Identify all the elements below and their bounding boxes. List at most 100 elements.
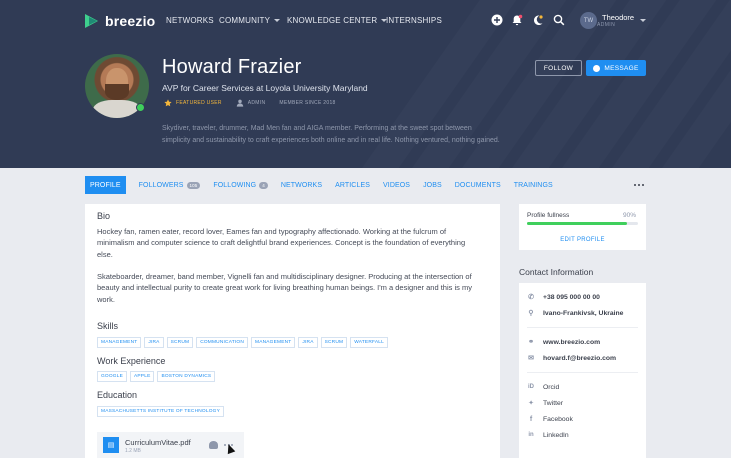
nav-label: KNOWLEDGE CENTER	[287, 16, 378, 25]
divider	[527, 327, 638, 328]
tab-label: PROFILE	[90, 181, 121, 189]
edit-profile-link[interactable]: EDIT PROFILE	[519, 237, 646, 243]
badge-label: ADMIN	[247, 100, 266, 106]
location-pin-icon: ⚲	[528, 310, 534, 317]
social-facebook[interactable]: f Facebook	[527, 415, 573, 423]
social-label: LinkedIn	[543, 431, 569, 439]
search-icon[interactable]	[553, 14, 565, 26]
contact-heading: Contact Information	[519, 267, 594, 277]
profile-short-bio: Skydiver, traveler, drummer, Mad Men fan…	[162, 125, 500, 144]
skill-tag[interactable]: WATERFALL	[350, 337, 388, 348]
tab-followers[interactable]: FOLLOWERS 105	[139, 176, 201, 194]
user-name: Theodore	[602, 13, 635, 22]
featured-badge: FEATURED USER	[164, 99, 222, 107]
tab-documents[interactable]: DOCUMENTS	[455, 176, 501, 194]
tab-label: DOCUMENTS	[454, 181, 501, 189]
contact-value: +38 095 000 00 00	[543, 293, 600, 301]
chat-icon	[593, 64, 601, 72]
tab-label: ARTICLES	[335, 181, 370, 189]
nav-label: INTERNSHIPS	[386, 16, 442, 25]
file-size: 1.2 MB	[125, 448, 141, 454]
file-name: CurriculumVitae.pdf	[125, 438, 191, 447]
attached-file[interactable]: ▤ CurriculumVitae.pdf 1.2 MB	[97, 432, 244, 458]
experience-heading: Work Experience	[97, 356, 166, 366]
linkedin-icon: in	[528, 432, 534, 438]
top-nav: breezio NETWORKS COMMUNITY KNOWLEDGE CEN…	[0, 0, 731, 42]
experience-tag[interactable]: GOOGLE	[97, 371, 127, 382]
skill-tag[interactable]: SCRUM	[320, 337, 348, 348]
tab-trainings[interactable]: TRAININGS	[514, 176, 553, 194]
tab-label: VIDEOS	[383, 181, 411, 189]
bio-heading: Bio	[97, 211, 111, 221]
skill-tag[interactable]: SCRUM	[166, 337, 194, 348]
profile-title: AVP for Career Services at Loyola Univer…	[162, 83, 368, 93]
avatar-beard	[105, 84, 129, 100]
tab-articles[interactable]: ARTICLES	[335, 176, 370, 194]
admin-badge: ADMIN	[236, 99, 266, 107]
social-orcid[interactable]: iD Orcid	[527, 383, 559, 391]
twitter-icon: ✦	[528, 400, 534, 407]
count-badge: 4	[259, 181, 268, 189]
profile-fullness-value: 90%	[623, 212, 637, 219]
follow-button[interactable]: FOLLOW	[535, 60, 582, 76]
contact-card: ✆ +38 095 000 00 00 ⚲ Ivano-Frankivsk, Ukr…	[519, 283, 646, 458]
online-status-indicator	[136, 103, 145, 112]
theme-icon[interactable]	[532, 14, 544, 26]
contact-phone[interactable]: ✆ +38 095 000 00 00	[527, 293, 600, 302]
badge-label: MEMBER SINCE 2018	[279, 100, 336, 106]
tab-videos[interactable]: VIDEOS	[383, 176, 410, 194]
social-label: Twitter	[543, 399, 564, 407]
skill-tag[interactable]: JIRA	[298, 337, 318, 348]
contact-value: hovard.f@breezio.com	[543, 354, 617, 362]
tab-jobs[interactable]: JOBS	[423, 176, 442, 194]
profile-header: breezio NETWORKS COMMUNITY KNOWLEDGE CEN…	[0, 0, 731, 168]
tab-label: TRAININGS	[513, 181, 553, 189]
experience-tag[interactable]: APPLE	[130, 371, 155, 382]
education-tag[interactable]: MASSACHUSETTS INSTITUTE OF TECHNOLOGY	[97, 406, 224, 417]
nav-internships[interactable]: INTERNSHIPS	[386, 16, 442, 25]
brand-logo[interactable]: breezio	[85, 13, 155, 29]
social-label: Facebook	[543, 415, 573, 423]
user-menu[interactable]: TW Theodore ADMIN	[580, 12, 647, 29]
nav-knowledge-center[interactable]: KNOWLEDGE CENTER	[287, 16, 388, 25]
chevron-down-icon	[640, 19, 647, 22]
notification-icon[interactable]	[511, 14, 523, 26]
tab-profile[interactable]: PROFILE	[85, 176, 126, 194]
experience-tag[interactable]: BOSTON DYNAMICS	[157, 371, 216, 382]
phone-icon: ✆	[528, 294, 534, 301]
bio-paragraph: Hockey fan, ramen eater, record lover, E…	[97, 227, 466, 259]
nav-networks[interactable]: NETWORKS	[166, 16, 214, 25]
contact-website[interactable]: ⚭ www.breezio.com	[527, 338, 600, 347]
tab-label: NETWORKS	[280, 181, 323, 189]
skill-tag[interactable]: JIRA	[144, 337, 164, 348]
profile-fullness-bar	[527, 222, 638, 225]
profile-name: Howard Frazier	[162, 56, 302, 78]
contact-email[interactable]: ✉ hovard.f@breezio.com	[527, 354, 617, 363]
bio-paragraph: Skateboarder, dreamer, band member, Vign…	[97, 272, 472, 304]
profile-fullness-label: Profile fullness	[527, 212, 570, 219]
star-icon	[164, 99, 172, 107]
message-button[interactable]: MESSAGE	[586, 60, 646, 76]
skill-tag[interactable]: MANAGEMENT	[97, 337, 142, 348]
skill-tag[interactable]: COMMUNICATION	[196, 337, 249, 348]
avatar-shirt	[93, 100, 141, 118]
user-info: Theodore ADMIN	[597, 13, 634, 28]
contact-value: Ivano-Frankivsk, Ukraine	[543, 309, 624, 317]
tab-label: FOLLOWERS	[138, 181, 184, 189]
social-twitter[interactable]: ✦ Twitter	[527, 399, 564, 408]
more-options-icon[interactable]	[634, 184, 644, 187]
skills-heading: Skills	[97, 321, 119, 331]
education-heading: Education	[97, 390, 138, 400]
download-icon[interactable]	[209, 441, 218, 449]
contact-location: ⚲ Ivano-Frankivsk, Ukraine	[527, 309, 624, 318]
social-linkedin[interactable]: in LinkedIn	[527, 431, 569, 439]
badge-label: FEATURED USER	[176, 100, 222, 106]
add-icon[interactable]	[491, 14, 503, 26]
tab-following[interactable]: FOLLOWING 4	[213, 176, 268, 194]
profile-fullness-fill	[527, 222, 627, 225]
skill-tag[interactable]: MANAGEMENT	[251, 337, 296, 348]
user-icon	[236, 99, 243, 107]
nav-community[interactable]: COMMUNITY	[219, 16, 281, 25]
tab-networks[interactable]: NETWORKS	[281, 176, 322, 194]
divider	[527, 372, 638, 373]
